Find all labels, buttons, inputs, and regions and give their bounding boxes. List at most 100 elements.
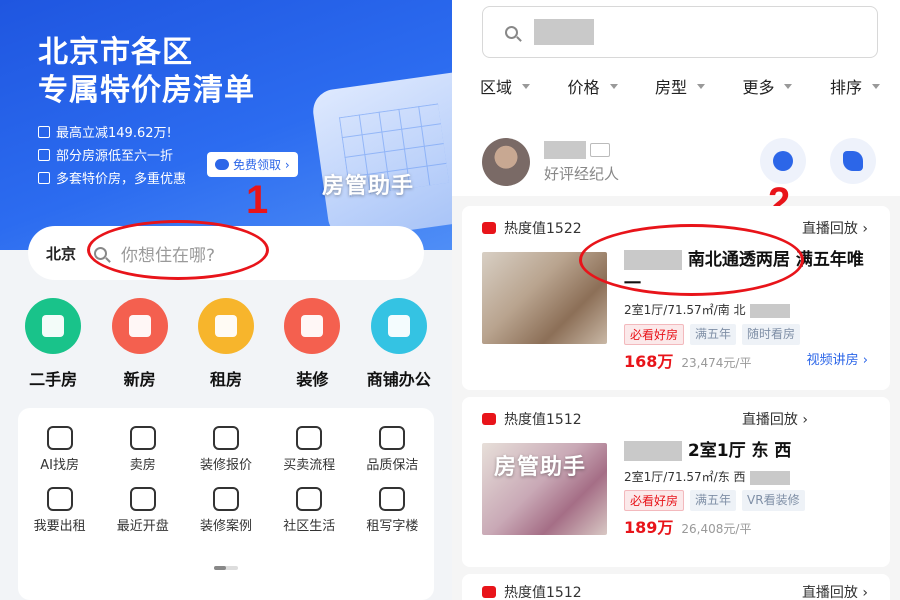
tools-grid-card: AI找房 卖房 装修报价 买卖流程 品质保洁 我要出租 最近开盘 装修案例 社区… xyxy=(18,408,434,600)
magnifier-icon xyxy=(46,487,73,511)
live-replay-link[interactable]: 直播回放 › xyxy=(802,218,868,238)
category-commercial[interactable]: 商铺办公 xyxy=(359,298,439,390)
office-icon xyxy=(379,487,406,511)
document-icon xyxy=(38,171,50,184)
price-tag-icon xyxy=(129,426,156,450)
discount-icon xyxy=(38,125,50,138)
listing-price: 168万 23,474元/平 xyxy=(624,348,751,372)
tool-label: 品质保洁 xyxy=(366,458,419,473)
tag-icon xyxy=(38,148,50,161)
left-screenshot: 北京市各区 专属特价房清单 最高立减149.62万! 部分房源低至六一折 多套特… xyxy=(0,0,452,600)
live-replay-link[interactable]: 直播回放 › xyxy=(802,582,868,600)
listing-header: 区域 价格 房型 更多 排序 好评经纪人 2 xyxy=(452,0,900,224)
tool-renovation-quote[interactable]: 装修报价 xyxy=(184,426,267,473)
tool-label: 卖房 xyxy=(129,458,156,473)
filter-more[interactable]: 更多 xyxy=(742,74,793,98)
picture-icon xyxy=(212,487,239,511)
building-clock-icon xyxy=(129,487,156,511)
tool-office-rent[interactable]: 租写字楼 xyxy=(351,487,434,534)
video-tour-link[interactable]: 视频讲房 › xyxy=(807,349,868,368)
tool-transaction-process[interactable]: 买卖流程 xyxy=(268,426,351,473)
icon-glyph xyxy=(387,315,410,337)
tool-renovation-cases[interactable]: 装修案例 xyxy=(184,487,267,534)
category-label: 装修 xyxy=(296,370,329,389)
perk-text: 多套特价房，多重优惠 xyxy=(56,172,187,187)
tool-ai-search[interactable]: AI找房 xyxy=(18,426,101,473)
free-claim-button[interactable]: 免费领取 › xyxy=(207,152,298,177)
document-icon xyxy=(296,426,323,450)
tool-recent-openings[interactable]: 最近开盘 xyxy=(101,487,184,534)
category-renovation[interactable]: 装修 xyxy=(272,298,352,390)
live-replay-link[interactable]: 直播回放 › xyxy=(742,409,808,429)
redacted-meta xyxy=(749,303,790,318)
live-record-icon xyxy=(482,222,496,234)
agent-subtitle: 好评经纪人 xyxy=(544,164,620,183)
tool-label: 社区生活 xyxy=(283,519,336,534)
filter-area[interactable]: 区域 xyxy=(480,74,531,98)
watermark: 房管助手 xyxy=(494,455,587,480)
listing-meta: 2室1厅/71.57㎡/南 北 xyxy=(624,301,790,318)
filter-bar: 区域 价格 房型 更多 排序 xyxy=(480,74,880,98)
search-icon xyxy=(505,25,518,39)
heat-badge: 热度值1522 xyxy=(482,218,582,238)
tool-community-life[interactable]: 社区生活 xyxy=(268,487,351,534)
tool-sell[interactable]: 卖房 xyxy=(101,426,184,473)
filter-label: 排序 xyxy=(829,78,862,97)
listing-title[interactable]: 2室1厅 东 西 xyxy=(624,439,880,463)
category-new-home[interactable]: 新房 xyxy=(100,298,180,390)
shop-icon xyxy=(370,298,427,354)
category-label: 新房 xyxy=(123,370,156,389)
heat-value: 热度值1522 xyxy=(504,221,582,237)
redacted-meta xyxy=(749,470,790,485)
promo-banner[interactable]: 北京市各区 专属特价房清单 最高立减149.62万! 部分房源低至六一折 多套特… xyxy=(0,0,452,250)
category-rent[interactable]: 租房 xyxy=(186,298,266,390)
live-record-icon xyxy=(482,586,496,598)
caret-down-icon xyxy=(609,83,618,89)
listing-card[interactable]: 热度值1512 直播回放 › 房管助手 2室1厅 东 西 2室1厅/71.57㎡… xyxy=(462,397,890,567)
listing-price: 189万 26,408元/平 xyxy=(624,514,751,538)
filter-sort[interactable]: 排序 xyxy=(830,74,880,98)
listing-search-input[interactable] xyxy=(482,6,878,58)
filter-label: 房型 xyxy=(654,78,687,97)
caret-down-icon xyxy=(696,83,705,89)
listing-meta: 2室1厅/71.57㎡/东 西 xyxy=(624,468,790,485)
id-card-icon xyxy=(590,142,610,157)
redacted-community-name xyxy=(624,441,682,461)
wechat-icon xyxy=(215,159,229,170)
redacted-agent-name xyxy=(544,140,586,159)
filter-label: 价格 xyxy=(567,78,600,97)
category-label: 商铺办公 xyxy=(366,370,431,389)
window-icon xyxy=(212,426,239,450)
agent-card[interactable]: 好评经纪人 xyxy=(482,138,619,186)
total-price: 189万 xyxy=(624,518,674,537)
filter-price[interactable]: 价格 xyxy=(567,74,618,98)
tag-five-years: 满五年 xyxy=(690,324,737,345)
unit-price: 26,408元/平 xyxy=(681,522,752,536)
tool-cleaning[interactable]: 品质保洁 xyxy=(351,426,434,473)
main-category-row: 二手房 新房 租房 装修 商铺办公 xyxy=(0,298,452,390)
tag-anytime-viewing: 随时看房 xyxy=(742,324,801,345)
paint-roller-icon xyxy=(284,298,341,354)
listing-card[interactable]: 热度值1512 直播回放 › xyxy=(462,574,890,600)
right-screenshot: 区域 价格 房型 更多 排序 好评经纪人 2 热度值1522 直播回放 › 南北… xyxy=(452,0,900,600)
heat-value: 热度值1512 xyxy=(504,412,582,428)
chat-button[interactable] xyxy=(760,138,806,184)
city-selector[interactable]: 北京 xyxy=(46,243,76,264)
community-icon xyxy=(296,487,323,511)
listing-meta-text: 2室1厅/71.57㎡/东 西 xyxy=(624,470,746,484)
building-icon xyxy=(111,298,168,354)
filter-layout[interactable]: 房型 xyxy=(655,74,705,98)
perk-2: 部分房源低至六一折 xyxy=(38,145,173,164)
call-button[interactable] xyxy=(830,138,876,184)
listing-meta-text: 2室1厅/71.57㎡/南 北 xyxy=(624,303,746,317)
live-record-icon xyxy=(482,413,496,425)
annotation-circle-1 xyxy=(87,220,269,280)
category-secondhand[interactable]: 二手房 xyxy=(13,298,93,390)
page-indicator xyxy=(214,566,238,570)
redacted-search-text xyxy=(534,19,594,45)
tool-list-rental[interactable]: 我要出租 xyxy=(18,487,101,534)
tool-label: 租写字楼 xyxy=(366,519,419,534)
avatar xyxy=(482,138,530,186)
icon-glyph xyxy=(128,315,151,337)
listing-title-text: 2室1厅 东 西 xyxy=(687,441,792,461)
